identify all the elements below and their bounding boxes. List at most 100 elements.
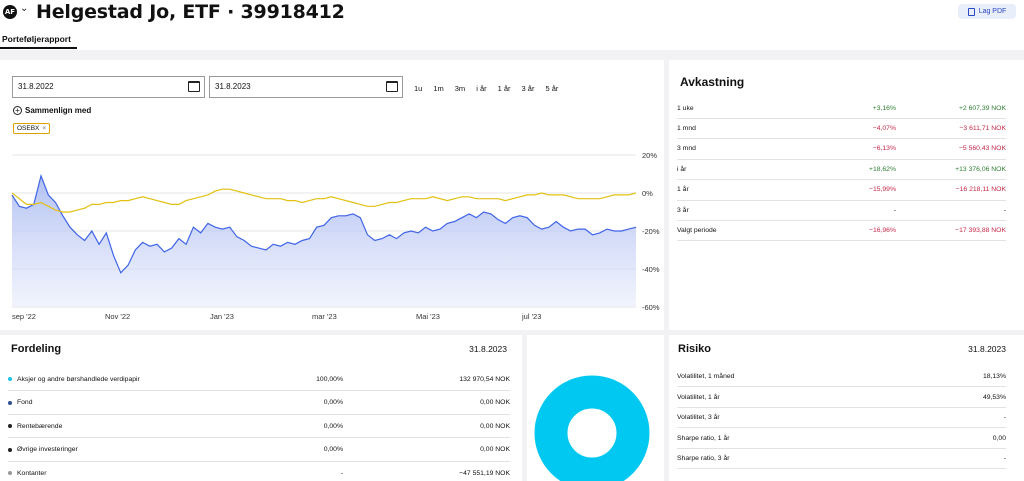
risk-value: 0,00 <box>992 434 1006 442</box>
x-tick-label: Jan '23 <box>210 312 234 321</box>
range-button-3m[interactable]: 3m <box>455 84 465 93</box>
plus-circle-icon: + <box>13 106 22 115</box>
returns-amount: - <box>1003 206 1006 214</box>
from-date-value: 31.8.2022 <box>18 82 54 91</box>
allocation-percent: 0,00% <box>323 399 343 406</box>
allocation-row: Rentebærende 0,00% 0,00 NOK <box>8 415 510 438</box>
returns-row: 3 mnd −6,13% −5 560,43 NOK <box>677 139 1006 160</box>
risk-value: - <box>1003 414 1006 421</box>
from-date-input[interactable]: 31.8.2022 <box>12 76 205 98</box>
portfolio-area <box>12 175 636 307</box>
allocation-label: Kontanter <box>17 469 47 477</box>
close-icon[interactable]: × <box>42 124 46 133</box>
range-button-1m[interactable]: 1m <box>433 84 443 93</box>
risk-row: Volatilitet, 3 år - <box>677 408 1006 428</box>
benchmark-chip[interactable]: OSEBX × <box>13 123 51 134</box>
returns-percent: −4,07% <box>872 124 896 132</box>
range-button-1y[interactable]: 1 år <box>498 84 511 93</box>
chevron-down-icon[interactable]: ⌄ <box>20 3 28 14</box>
donut-slice-stocks[interactable] <box>534 375 650 481</box>
allocation-label: Aksjer og andre børshandlede verdipapir <box>17 375 140 383</box>
to-date-input[interactable]: 31.8.2023 <box>209 76 403 98</box>
create-pdf-button[interactable]: Lag PDF <box>958 4 1016 19</box>
allocation-amount: 0,00 NOK <box>480 422 510 430</box>
compare-button[interactable]: + Sammenlign med <box>13 106 91 115</box>
risk-label: Sharpe ratio, 1 år <box>677 434 730 442</box>
legend-dot-icon <box>8 377 12 381</box>
allocation-percent: 0,00% <box>323 422 343 430</box>
calendar-icon[interactable] <box>386 81 398 92</box>
returns-amount: −17 393,88 NOK <box>955 226 1006 234</box>
legend-dot-icon <box>8 400 12 405</box>
returns-period: 1 mnd <box>677 124 696 132</box>
returns-period: 1 år <box>677 186 689 194</box>
returns-row: 1 mnd −4,07% −3 611,71 NOK <box>677 118 1006 140</box>
allocation-date: 31.8.2023 <box>469 344 507 354</box>
benchmark-chip-label: OSEBX <box>17 125 40 132</box>
allocation-row: Øvrige investeringer 0,00% 0,00 NOK <box>8 439 510 462</box>
performance-chart: 20% 0% -20% -40% -60% sep '22 Nov '22 Jan '23 ma… <box>11 151 660 321</box>
range-button-5y[interactable]: 5 år <box>545 84 558 93</box>
allocation-label-cell: Øvrige investeringer <box>8 446 243 453</box>
allocation-label-cell: Aksjer og andre børshandlede verdipapir <box>8 376 243 383</box>
returns-period: 1 uke <box>677 104 694 112</box>
tab-active-indicator <box>0 47 77 49</box>
calendar-icon[interactable] <box>188 81 200 92</box>
risk-value: 18,13% <box>982 373 1006 380</box>
y-tick-label: 0% <box>642 189 653 198</box>
x-tick-label: Nov '22 <box>105 312 130 321</box>
returns-percent: −15,99% <box>868 186 896 194</box>
range-button-ytd[interactable]: i år <box>476 84 486 93</box>
allocation-card: Fordeling 31.8.2023 Aksjer og andre børs… <box>0 335 522 481</box>
returns-amount: +2 607,39 NOK <box>958 104 1006 112</box>
returns-period: Valgt periode <box>677 226 717 234</box>
returns-card: Avkastning 1 uke +3,16% +2 607,39 NOK 1 mnd… <box>669 60 1024 330</box>
risk-row: Sharpe ratio, 3 år - <box>677 449 1006 469</box>
risk-value: 49,53% <box>982 393 1006 401</box>
x-tick-label: sep '22 <box>12 312 36 321</box>
allocation-donut-card <box>527 335 664 481</box>
allocation-amount: 0,00 NOK <box>480 399 510 406</box>
allocation-label-cell: Rentebærende <box>8 423 243 430</box>
avatar[interactable]: AF <box>3 5 17 19</box>
allocation-amount: 132 970,54 NOK <box>459 375 510 383</box>
allocation-percent: 0,00% <box>323 446 343 453</box>
range-button-1u[interactable]: 1u <box>414 84 422 93</box>
legend-dot-icon <box>8 471 12 475</box>
risk-date: 31.8.2023 <box>968 344 1006 354</box>
y-tick-label: -60% <box>642 303 660 312</box>
legend-dot-icon <box>8 447 12 452</box>
returns-row: 3 år - - <box>677 200 1006 221</box>
returns-amount: −5 560,43 NOK <box>958 145 1006 153</box>
returns-percent: +18,62% <box>868 165 896 173</box>
risk-row: Volatilitet, 1 måned 18,13% <box>677 367 1006 387</box>
y-tick-label: -20% <box>642 227 660 236</box>
allocation-label: Øvrige investeringer <box>17 446 78 453</box>
allocation-row: Kontanter - −47 551,19 NOK <box>8 462 510 481</box>
risk-card: Risiko 31.8.2023 Volatilitet, 1 måned 18,… <box>669 335 1024 481</box>
allocation-label-cell: Fond <box>8 399 243 406</box>
returns-period: 3 mnd <box>677 145 696 153</box>
returns-row: 1 år −15,99% −16 218,11 NOK <box>677 180 1006 201</box>
returns-percent: +3,16% <box>872 104 896 112</box>
returns-amount: +13 376,06 NOK <box>955 165 1006 173</box>
allocation-row: Fond 0,00% 0,00 NOK <box>8 392 510 415</box>
returns-percent: −6,13% <box>872 145 896 153</box>
returns-row: Valgt periode −16,96% −17 393,88 NOK <box>677 220 1006 242</box>
compare-label: Sammenlign med <box>25 106 92 115</box>
allocation-row: Aksjer og andre børshandlede verdipapir 1… <box>8 368 510 391</box>
risk-row: Sharpe ratio, 1 år 0,00 <box>677 429 1006 449</box>
returns-amount: −16 218,11 NOK <box>955 186 1006 194</box>
to-date-value: 31.8.2023 <box>215 82 251 91</box>
allocation-title: Fordeling <box>11 343 62 355</box>
risk-row: Volatilitet, 1 år 49,53% <box>677 388 1006 408</box>
tab-portfolio-report[interactable]: Porteføljerapport <box>2 34 71 44</box>
risk-label: Volatilitet, 1 år <box>677 393 720 401</box>
returns-period: i år <box>677 165 687 173</box>
risk-label: Sharpe ratio, 3 år <box>677 455 730 462</box>
returns-title: Avkastning <box>680 75 745 89</box>
range-button-3y[interactable]: 3 år <box>522 84 535 93</box>
risk-title: Risiko <box>678 343 712 355</box>
allocation-label: Fond <box>17 399 33 406</box>
top-bar: AF ⌄ Helgestad Jo, ETF · 39918412 Lag PD… <box>0 0 1024 50</box>
